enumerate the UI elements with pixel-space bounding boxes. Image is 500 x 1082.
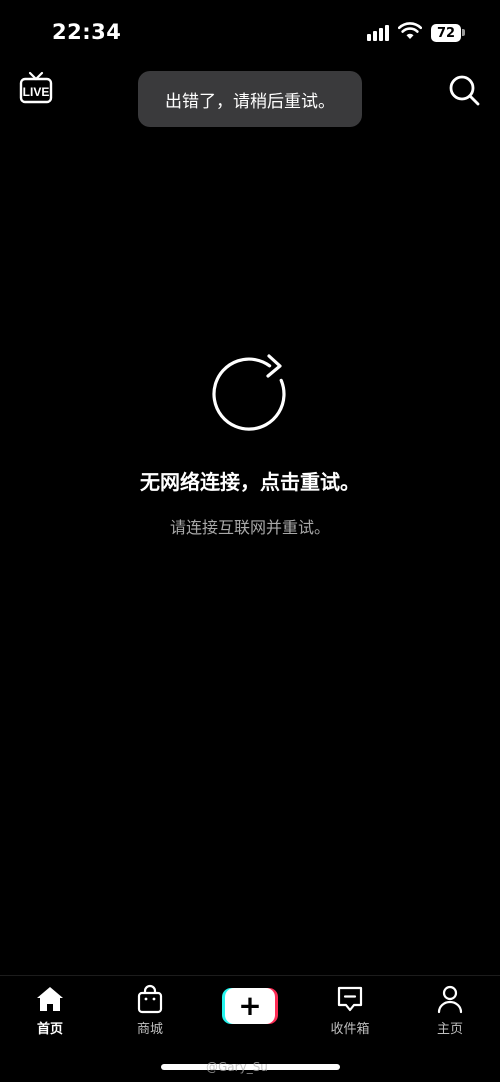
nav-inbox[interactable]: 收件箱 (310, 984, 390, 1040)
error-toast: 出错了，请稍后重试。 (138, 71, 362, 127)
nav-profile[interactable]: 主页 (410, 984, 490, 1040)
nav-shop-label: 商城 (136, 1022, 163, 1037)
nav-home-label: 首页 (36, 1022, 63, 1037)
refresh-icon[interactable] (208, 352, 292, 436)
nav-profile-label: 主页 (436, 1022, 463, 1037)
create-plus-icon: + (225, 988, 275, 1024)
no-network-subtitle: 请连接互联网并重试。 (169, 518, 330, 537)
profile-icon (437, 985, 463, 1014)
battery-tip (462, 29, 465, 36)
battery-level: 72 (431, 24, 461, 42)
wifi-icon (398, 22, 422, 39)
live-label: LIVE (23, 85, 50, 99)
create-button[interactable]: + (222, 988, 278, 1024)
status-time: 22:34 (52, 20, 122, 44)
nav-inbox-label: 收件箱 (330, 1022, 370, 1037)
no-network-title[interactable]: 无网络连接，点击重试。 (0, 466, 500, 495)
nav-home[interactable]: 首页 (10, 984, 90, 1040)
app-screen: 22:34 72 LIVE 出错了，请稍后重试。 无网络连接，点击重试。 请连接… (0, 0, 500, 1082)
nav-shop[interactable]: 商城 (110, 984, 190, 1040)
search-icon[interactable] (447, 73, 481, 107)
toast-message: 出错了，请稍后重试。 (165, 91, 335, 112)
watermark: @Gary_Su (206, 1060, 268, 1074)
cellular-signal-icon (367, 24, 389, 41)
shopping-bag-icon (137, 984, 163, 1014)
status-bar: 22:34 72 (0, 0, 500, 66)
inbox-icon (337, 986, 363, 1012)
home-icon (37, 987, 63, 1011)
live-tv-icon[interactable]: LIVE (19, 71, 53, 105)
